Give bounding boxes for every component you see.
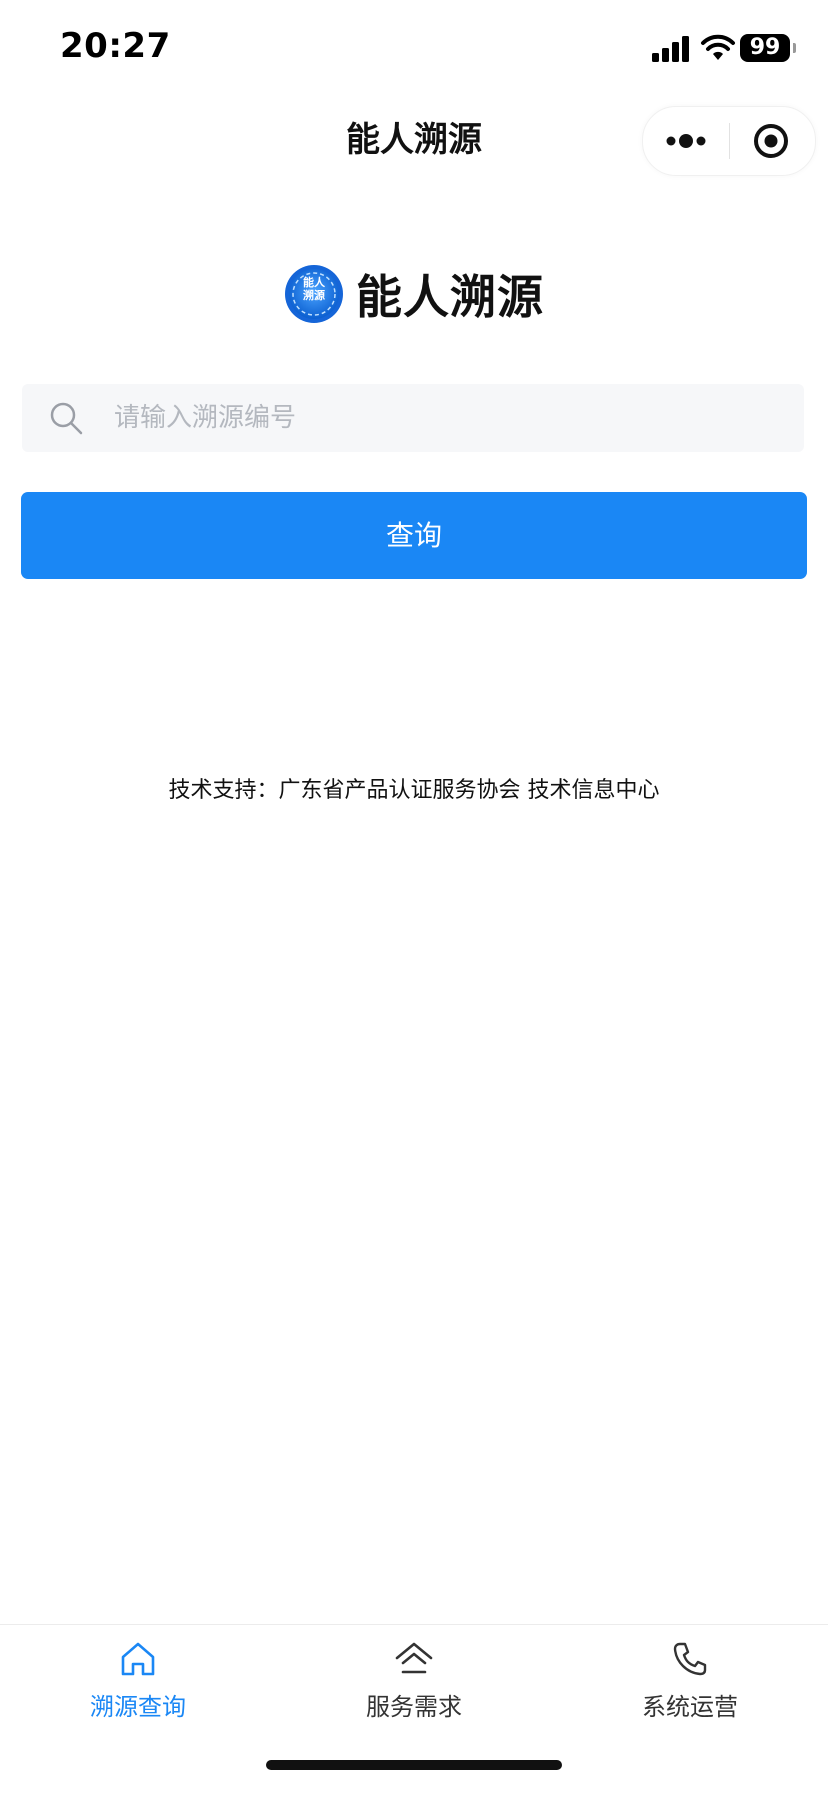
brand-name: 能人溯源 [356, 270, 544, 324]
tab-label-service-demand: 服务需求 [366, 1693, 462, 1721]
tech-support-text: 技术支持：广东省产品认证服务协会 技术信息中心 [168, 778, 660, 803]
wifi-icon [701, 34, 735, 60]
tab-label-system-operation: 系统运营 [642, 1693, 738, 1721]
signal-icon [652, 36, 689, 62]
query-button[interactable]: 查询 [21, 492, 807, 579]
search-input[interactable] [92, 384, 804, 452]
status-time: 20:27 [60, 26, 171, 66]
status-bar: 20:27 99 [0, 0, 828, 100]
brand-header: 能人 溯源 能人溯源 [0, 262, 828, 326]
tab-trace-query[interactable]: 溯源查询 [0, 1625, 276, 1735]
home-icon [121, 1642, 155, 1676]
close-miniprogram-icon[interactable] [730, 107, 815, 175]
more-icon[interactable] [643, 107, 729, 175]
battery-tip [793, 43, 796, 53]
search-box[interactable] [22, 384, 804, 452]
tab-service-demand[interactable]: 服务需求 [276, 1625, 552, 1735]
phone-icon [673, 1642, 707, 1676]
logo-text: 能人 溯源 [284, 276, 344, 302]
tab-system-operation[interactable]: 系统运营 [552, 1625, 828, 1735]
battery-icon: 99 [740, 34, 790, 62]
logo-text-line1: 能人 [303, 276, 325, 289]
search-icon [50, 402, 83, 435]
home-indicator [266, 1760, 562, 1770]
brand-logo: 能人 溯源 [284, 264, 344, 324]
logo-text-line2: 溯源 [303, 289, 325, 302]
house-outline-icon [395, 1642, 433, 1674]
miniprogram-capsule [642, 106, 816, 176]
tab-label-trace-query: 溯源查询 [90, 1693, 186, 1721]
